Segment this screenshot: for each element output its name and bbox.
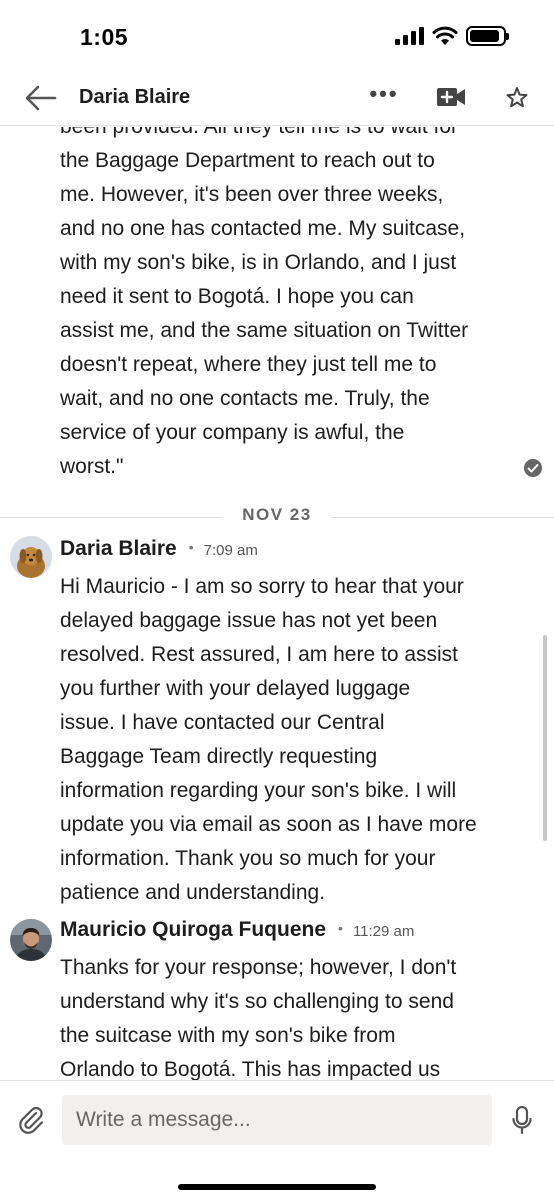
read-receipt-icon	[524, 459, 542, 477]
sender-row: Daria Blaire • 7:09 am	[60, 537, 258, 561]
separator-dot: •	[188, 539, 194, 555]
message-composer	[0, 1080, 554, 1200]
video-call-button[interactable]	[436, 86, 472, 110]
status-icons	[395, 26, 509, 46]
date-divider-label: NOV 23	[222, 505, 332, 525]
message-time: 11:29 am	[352, 923, 415, 940]
conversation-header: Daria Blaire •••	[0, 72, 554, 126]
paperclip-icon	[19, 1106, 44, 1134]
back-arrow-icon	[25, 85, 57, 111]
home-indicator[interactable]	[178, 1184, 376, 1190]
status-time: 1:05	[80, 24, 129, 50]
sender-name[interactable]: Daria Blaire	[60, 537, 177, 561]
message-input-container[interactable]	[62, 1095, 492, 1145]
message-input[interactable]	[62, 1095, 492, 1145]
attach-button[interactable]	[16, 1105, 46, 1135]
avatar[interactable]	[10, 536, 52, 578]
date-divider: NOV 23	[0, 505, 554, 529]
continued-message-text: been provided. All they tell me is to wa…	[60, 127, 469, 478]
wifi-icon	[432, 26, 458, 45]
more-icon: •••	[369, 81, 399, 106]
sender-row: Mauricio Quiroga Fuquene • 11:29 am	[60, 918, 414, 942]
message-text: Thanks for your response; however, I don…	[60, 956, 457, 1080]
message-list[interactable]: been provided. All they tell me is to wa…	[0, 127, 554, 1080]
message-text: Hi Mauricio - I am so sorry to hear that…	[60, 575, 477, 904]
microphone-icon	[512, 1105, 532, 1135]
message-time: 7:09 am	[203, 542, 258, 559]
battery-fill	[470, 30, 499, 42]
star-button[interactable]	[503, 84, 531, 112]
scrollbar[interactable]	[543, 635, 547, 841]
back-button[interactable]	[22, 82, 58, 114]
person-avatar-icon	[10, 919, 52, 961]
status-bar: 1:05	[0, 0, 554, 72]
separator-dot: •	[338, 920, 343, 936]
video-call-icon	[437, 88, 465, 106]
voice-message-button[interactable]	[511, 1105, 533, 1135]
avatar[interactable]	[10, 919, 52, 961]
star-icon	[506, 87, 528, 108]
sender-name[interactable]: Mauricio Quiroga Fuquene	[60, 918, 326, 942]
more-options-button[interactable]: •••	[366, 81, 402, 112]
conversation-title[interactable]: Daria Blaire	[79, 86, 190, 109]
cellular-signal-icon	[395, 27, 424, 45]
battery-icon	[466, 26, 509, 46]
dog-avatar-icon	[10, 536, 52, 578]
